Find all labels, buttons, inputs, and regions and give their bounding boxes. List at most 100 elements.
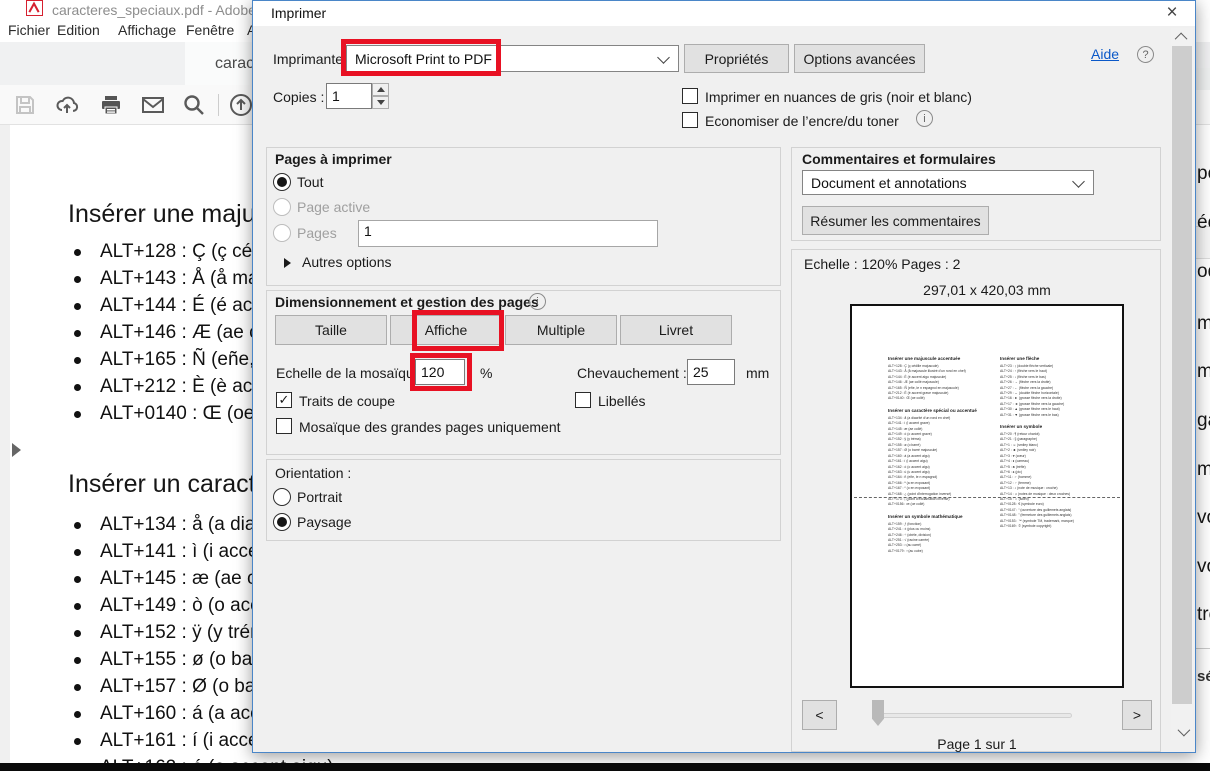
- acrobat-icon: [26, 0, 43, 16]
- menu-item[interactable]: Fenêtre: [186, 22, 234, 38]
- printer-select[interactable]: Microsoft Print to PDF: [346, 45, 679, 72]
- pages-panel: Pages à imprimer Tout Page active Pages …: [266, 147, 781, 286]
- text-fragment: mb: [1197, 361, 1210, 382]
- poster-button[interactable]: Affiche: [390, 315, 502, 345]
- text-fragment: séd: [1197, 668, 1210, 685]
- scroll-up-button[interactable]: [1171, 28, 1193, 46]
- cut-marks-checkbox[interactable]: ✓: [276, 392, 292, 408]
- sizing-panel: Dimensionnement et gestion des pages i T…: [266, 290, 781, 455]
- menu-item[interactable]: Edition: [57, 22, 100, 38]
- pages-range-input[interactable]: 1: [358, 220, 658, 247]
- orientation-panel: Orientation : Portrait Paysage: [266, 459, 781, 541]
- preview-prev-button[interactable]: <: [802, 700, 837, 730]
- more-options-label[interactable]: Autres options: [302, 254, 392, 270]
- preview-line: ALT+0169 : © (symbole copyright): [1000, 523, 1052, 528]
- pages-range-radio[interactable]: [273, 224, 291, 242]
- chevron-down-icon: [1177, 723, 1190, 736]
- text-fragment: mr: [1197, 313, 1210, 334]
- info-icon: i: [529, 293, 546, 310]
- advanced-options-button[interactable]: Options avancées: [794, 44, 925, 73]
- preview-line: Insérer un symbole mathématique: [888, 513, 963, 519]
- copies-input[interactable]: 1: [326, 83, 372, 109]
- menu-item[interactable]: Fichier: [8, 22, 50, 38]
- toolbar-divider: [218, 94, 219, 116]
- preview-scale-info: Echelle : 120% Pages : 2: [804, 256, 961, 272]
- copies-stepper: [372, 83, 389, 109]
- email-icon[interactable]: [140, 93, 166, 117]
- pages-range-label: Pages: [297, 225, 337, 241]
- comments-panel-title: Commentaires et formulaires: [802, 151, 996, 167]
- overlap-input[interactable]: 25: [687, 359, 735, 385]
- nav-pane-toggle-icon[interactable]: [12, 443, 21, 457]
- pages-current-radio[interactable]: [273, 198, 291, 216]
- preview-line: Insérer un caractère spécial ou accentué: [888, 407, 977, 413]
- summarize-comments-button[interactable]: Résumer les commentaires: [802, 206, 989, 235]
- pages-all-label: Tout: [297, 174, 324, 190]
- multiple-button[interactable]: Multiple: [505, 315, 617, 345]
- dialog-scrollbar[interactable]: [1171, 28, 1193, 740]
- printer-label: Imprimante: [273, 51, 344, 67]
- stepper-up-button[interactable]: [372, 83, 389, 96]
- preview-line: Insérer une flèche: [1000, 356, 1040, 361]
- pages-all-radio[interactable]: [273, 173, 291, 191]
- copies-label: Copies :: [273, 89, 325, 105]
- save-ink-checkbox[interactable]: [682, 112, 698, 128]
- chevron-down-icon: [1072, 174, 1085, 188]
- comments-select[interactable]: Document et annotations: [802, 170, 1094, 195]
- arrow-down-icon: [376, 100, 385, 105]
- text-fragment: odi: [1197, 261, 1210, 282]
- preview-page-label: Page 1 sur 1: [937, 736, 1017, 752]
- sizing-panel-title: Dimensionnement et gestion des pages: [275, 294, 539, 310]
- right-toolbar-sliver: [1196, 68, 1210, 90]
- help-link[interactable]: Aide: [1091, 46, 1119, 62]
- labels-label: Libellés: [598, 393, 646, 409]
- tile-boundary-dashed-line: [854, 497, 1120, 498]
- grayscale-checkbox[interactable]: [682, 88, 698, 104]
- scrollbar-thumb[interactable]: [1172, 46, 1192, 704]
- tile-scale-label: Echelle de la mosaïque: [276, 365, 422, 381]
- menu-item[interactable]: Affichage: [118, 22, 176, 38]
- tile-scale-input[interactable]: 120: [415, 359, 465, 385]
- landscape-label: Paysage: [297, 514, 352, 530]
- printer-select-value: Microsoft Print to PDF: [355, 50, 492, 67]
- bottom-black-bar: [0, 763, 1210, 771]
- booklet-button[interactable]: Livret: [620, 315, 732, 345]
- search-icon[interactable]: [181, 93, 207, 117]
- stepper-down-button[interactable]: [372, 96, 389, 109]
- cloud-upload-icon[interactable]: [54, 93, 80, 117]
- text-fragment: mp: [1197, 459, 1210, 480]
- portrait-radio[interactable]: [273, 488, 291, 506]
- preview-line: ALT+31 : ▼ (grosse flèche vers le bas): [1000, 412, 1059, 417]
- text-fragment: voy: [1197, 556, 1210, 577]
- print-icon[interactable]: [98, 93, 124, 117]
- expander-arrow-icon[interactable]: [284, 258, 291, 268]
- close-icon[interactable]: ×: [1161, 1, 1183, 25]
- tile-large-only-checkbox[interactable]: [276, 418, 292, 434]
- text-fragment: ga: [1197, 410, 1210, 431]
- text-fragment: tre: [1197, 604, 1210, 625]
- preview-next-button[interactable]: >: [1122, 700, 1152, 730]
- page-up-icon[interactable]: [228, 93, 254, 117]
- preview-line: ALT+0140 : Œ (oe collé): [888, 396, 925, 401]
- print-dialog: Imprimer × Imprimante Microsoft Print to…: [252, 0, 1196, 753]
- preview-line: ALT+0179 : ³ (au cube): [888, 548, 923, 553]
- chevron-up-icon: [1174, 32, 1187, 45]
- save-icon[interactable]: [12, 93, 38, 117]
- labels-checkbox[interactable]: [575, 392, 591, 408]
- scroll-down-button[interactable]: [1171, 722, 1193, 740]
- arrow-up-icon: [376, 87, 385, 92]
- properties-button[interactable]: Propriétés: [684, 44, 789, 73]
- pages-current-label: Page active: [297, 199, 371, 215]
- pages-panel-title: Pages à imprimer: [275, 151, 392, 167]
- landscape-radio[interactable]: [273, 513, 291, 531]
- help-icon[interactable]: ?: [1137, 46, 1154, 63]
- info-icon: i: [916, 110, 933, 127]
- preview-slider-thumb[interactable]: [872, 700, 884, 726]
- preview-line: Insérer une majuscule accentuée: [888, 356, 961, 361]
- preview-slider-track[interactable]: [872, 713, 1072, 718]
- comments-panel: Commentaires et formulaires Document et …: [791, 147, 1161, 241]
- size-button[interactable]: Taille: [275, 315, 387, 345]
- grayscale-label: Imprimer en nuances de gris (noir et bla…: [705, 89, 972, 105]
- chevron-down-icon: [657, 50, 670, 64]
- text-fragment: voy: [1197, 507, 1210, 528]
